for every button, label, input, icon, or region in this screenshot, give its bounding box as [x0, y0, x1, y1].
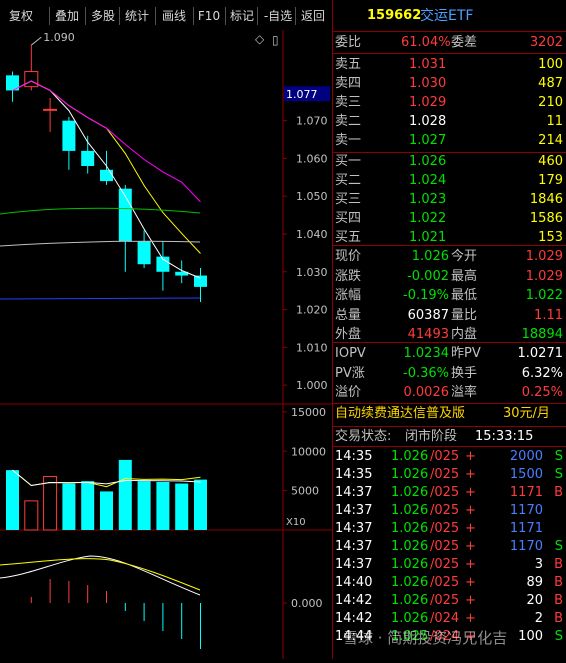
volume-bar — [81, 481, 95, 530]
watermark: 雪球 · 简期投资冯兄化吉 — [343, 629, 508, 647]
sell-level[interactable]: 卖三 1.029 210 — [333, 94, 566, 112]
promo-banner[interactable]: 自动续费通达信普及版 30元/月 — [333, 405, 566, 423]
tick-row: 14:37 1.026/025 +1170 S — [335, 539, 563, 554]
candle-body — [194, 275, 207, 287]
candle-body — [43, 108, 58, 111]
toolbar-button-2[interactable]: 多股 — [88, 5, 118, 27]
sell-level[interactable]: 卖二 1.028 11 — [333, 113, 566, 131]
trade-status: 交易状态: 闭市阶段 15:33:15 — [335, 429, 534, 444]
candle-body — [24, 71, 39, 88]
toolbar-separator — [295, 7, 296, 25]
y-tick-label: 1.070 — [296, 115, 328, 128]
candle-body — [81, 150, 95, 166]
vol-tick-label: 10000 — [291, 445, 326, 458]
tick-row: 14:35 1.026/025 +1500 S — [335, 467, 563, 482]
volume-bar — [24, 500, 39, 531]
volume-bar — [6, 470, 19, 530]
buy-level[interactable]: 买四 1.022 1586 — [333, 210, 566, 228]
sell-level[interactable]: 卖一 1.027 214 — [333, 132, 566, 150]
stat-row: 现价 1.026 今开 1.029 — [335, 249, 563, 264]
vol-unit-label: X10 — [286, 517, 306, 528]
toolbar-button-5[interactable]: F10 — [196, 5, 222, 27]
toolbar-button-0[interactable]: 复权 — [4, 5, 38, 27]
y-tick-label: 1.000 — [296, 379, 328, 392]
volume-bar — [62, 483, 76, 530]
toolbar-separator — [85, 7, 86, 25]
buy-level[interactable]: 买二 1.024 179 — [333, 172, 566, 190]
macd-dif-line — [0, 555, 201, 596]
stat-row: 涨跌 -0.002 最高 1.029 — [335, 268, 563, 284]
ma-line-60 — [0, 207, 201, 215]
vol-ma-10 — [12, 469, 201, 487]
toolbar-separator — [257, 7, 258, 25]
toolbar-button-3[interactable]: 统计 — [122, 5, 152, 27]
toolbar-separator — [193, 7, 194, 25]
toolbar-button-6[interactable]: 标记 — [228, 5, 256, 27]
macd-zero-label: 0.000 — [291, 597, 323, 610]
stat-row: PV涨 -0.36% 换手 6.32% — [335, 365, 563, 381]
tick-row: 14:37 1.026/025 +1171 B — [335, 485, 563, 500]
y-tick-label: 1.060 — [296, 152, 328, 165]
candle-body — [62, 120, 76, 151]
tick-row: 14:37 1.026/025 +1170 — [335, 503, 543, 518]
commission-row: 委比 61.04% 委差 3202 — [335, 35, 563, 50]
macd-dea-line — [0, 558, 201, 591]
tick-row: 14:37 1.026/025 +1171 — [335, 521, 543, 536]
kline-chart-area[interactable]: ◇ ▯ 1.070 1.060 1.050 1.040 1.030 1.020 1.010 1.0… — [0, 0, 332, 659]
tick-row: 14:37 1.026/025 +3 B — [335, 557, 563, 572]
security-header: 159662 交运ETF — [333, 7, 566, 29]
ma-line-250 — [0, 297, 201, 300]
volume-bar — [175, 483, 189, 530]
toolbar-separator — [119, 7, 120, 25]
sell-level[interactable]: 卖四 1.030 487 — [333, 75, 566, 93]
candle-body — [100, 169, 113, 182]
stat-row: 溢价 0.0026 溢率 0.25% — [335, 385, 563, 400]
current-price-text: 1.077 — [286, 88, 318, 101]
volume-bar — [118, 459, 132, 530]
toolbar-separator — [49, 7, 50, 25]
high-marker-line — [30, 36, 42, 46]
chart-svg[interactable]: ◇ ▯ 1.070 1.060 1.050 1.040 1.030 1.020 1.010 1.0… — [0, 0, 332, 659]
candle-body — [137, 241, 151, 265]
stat-row: 涨幅 -0.19% 最低 1.022 — [335, 288, 563, 303]
toolbar-button-7[interactable]: -自选 — [260, 5, 296, 27]
y-tick-label: 1.040 — [296, 228, 328, 241]
quote-panel: 159662 交运ETF 委比 61.04% 委差 3202 卖五 1.031 10… — [332, 0, 566, 659]
volume-bar — [100, 491, 113, 530]
collapse-icon[interactable]: ▯ — [272, 33, 279, 47]
volume-bar — [43, 475, 58, 531]
y-tick-label: 1.010 — [296, 341, 328, 354]
high-marker-label: 1.090 — [43, 31, 75, 44]
volume-bar — [156, 481, 170, 530]
toolbar: 复权 叠加 多股 统计 画线 F10 标记 -自选 返回 — [0, 0, 332, 30]
ma-line-120 — [0, 240, 201, 247]
toolbar-button-4[interactable]: 画线 — [158, 5, 190, 27]
volume-bar — [137, 481, 151, 530]
vol-tick-label: 5000 — [291, 485, 319, 498]
y-tick-label: 1.030 — [296, 266, 328, 279]
y-tick-label: 1.050 — [296, 190, 328, 203]
volume-bar — [194, 479, 207, 530]
security-name: 交运ETF — [420, 8, 474, 24]
toolbar-separator — [155, 7, 156, 25]
tick-row: 14:42 1.026/024 +2 B — [335, 611, 563, 626]
vol-tick-label: 15000 — [291, 406, 326, 419]
stat-row: IOPV 1.0234 昨PV 1.0271 — [335, 346, 563, 361]
tick-row: 14:42 1.026/025 +20 B — [335, 593, 563, 608]
buy-level[interactable]: 买一 1.026 460 — [333, 153, 566, 171]
security-code: 159662 — [367, 8, 422, 23]
tick-row: 14:35 1.026/025 +2000 S — [335, 449, 563, 464]
tick-row: 14:40 1.026/025 +89 B — [335, 575, 563, 590]
toolbar-button-8[interactable]: 返回 — [298, 5, 328, 27]
sell-level[interactable]: 卖五 1.031 100 — [333, 56, 566, 74]
diamond-icon[interactable]: ◇ — [255, 32, 265, 46]
y-tick-label: 1.020 — [296, 304, 328, 317]
toolbar-button-1[interactable]: 叠加 — [52, 5, 82, 27]
toolbar-separator — [225, 7, 226, 25]
buy-level[interactable]: 买三 1.023 1846 — [333, 191, 566, 209]
stat-row: 总量 60387 量比 1.11 — [335, 307, 563, 323]
